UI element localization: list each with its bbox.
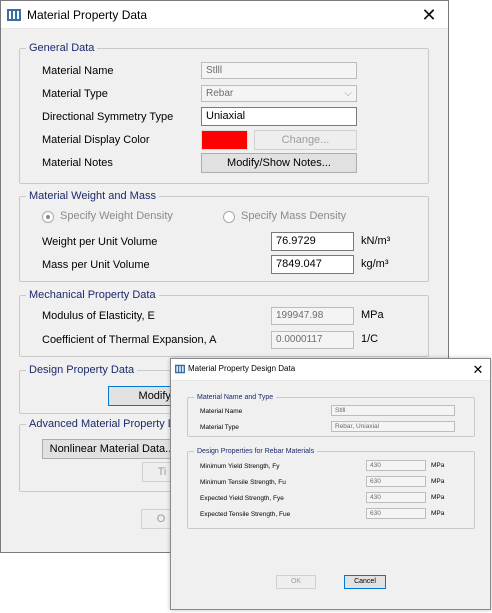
modulus-unit: MPa bbox=[361, 309, 384, 321]
row-label: Expected Yield Strength, Fye bbox=[200, 495, 284, 502]
design-ok-button[interactable]: OK bbox=[276, 575, 316, 589]
dialog-title: Material Property Data bbox=[27, 8, 148, 22]
row-label: Minimum Yield Strength, Fy bbox=[200, 463, 280, 470]
display-color-swatch[interactable] bbox=[201, 130, 248, 150]
design-title-bar: Material Property Design Data ✕ bbox=[171, 359, 490, 381]
material-name-label: Material Name bbox=[42, 65, 114, 77]
symmetry-type-field[interactable]: Uniaxial bbox=[201, 107, 357, 126]
mechanical-property-group: Mechanical Property Data Modulus of Elas… bbox=[19, 289, 429, 357]
weight-mass-group: Material Weight and Mass Specify Weight … bbox=[19, 190, 429, 282]
specify-mass-label: Specify Mass Density bbox=[241, 210, 347, 222]
design-property-title: Design Property Data bbox=[26, 364, 138, 377]
name-type-group: Material Name and Type Material Name Stl… bbox=[187, 393, 475, 437]
mass-per-volume-label: Mass per Unit Volume bbox=[42, 259, 150, 271]
general-data-title: General Data bbox=[26, 42, 98, 55]
min-tensile-field[interactable]: 630 bbox=[366, 476, 426, 487]
thermal-unit: 1/C bbox=[361, 333, 379, 345]
weight-unit: kN/m³ bbox=[361, 235, 391, 247]
advanced-property-title: Advanced Material Property Data bbox=[26, 418, 195, 431]
mass-per-volume-field[interactable]: 7849.047 bbox=[271, 255, 354, 274]
exp-yield-field[interactable]: 430 bbox=[366, 492, 426, 503]
nonlinear-data-button[interactable]: Nonlinear Material Data... bbox=[42, 439, 182, 459]
design-material-name-label: Material Name bbox=[200, 408, 243, 415]
title-bar: Material Property Data ✕ bbox=[1, 1, 448, 29]
min-yield-field[interactable]: 430 bbox=[366, 460, 426, 471]
weight-mass-title: Material Weight and Mass bbox=[26, 190, 159, 203]
row-unit: MPa bbox=[431, 462, 445, 469]
symmetry-type-label: Directional Symmetry Type bbox=[42, 111, 174, 123]
specify-mass-radio[interactable]: Specify Mass Density bbox=[223, 210, 383, 224]
radio-button bbox=[42, 211, 54, 223]
change-color-button[interactable]: Change... bbox=[254, 130, 357, 150]
specify-weight-label: Specify Weight Density bbox=[60, 210, 173, 222]
row-label: Minimum Tensile Strength, Fu bbox=[200, 479, 286, 486]
material-type-label: Material Type bbox=[42, 88, 108, 100]
modulus-field[interactable]: 199947.98 bbox=[271, 307, 354, 325]
material-name-field[interactable]: Stlll bbox=[201, 62, 357, 79]
chevron-down-icon: ⌵ bbox=[344, 88, 352, 99]
app-icon bbox=[175, 364, 185, 374]
mechanical-property-title: Mechanical Property Data bbox=[26, 289, 159, 302]
row-unit: MPa bbox=[431, 478, 445, 485]
material-notes-label: Material Notes bbox=[42, 157, 113, 169]
row-unit: MPa bbox=[431, 510, 445, 517]
exp-tensile-field[interactable]: 630 bbox=[366, 508, 426, 519]
general-data-group: General Data Material Name Stlll Materia… bbox=[19, 42, 429, 184]
thermal-expansion-label: Coefficient of Thermal Expansion, A bbox=[42, 334, 217, 346]
mass-unit: kg/m³ bbox=[361, 258, 389, 270]
close-icon[interactable]: ✕ bbox=[470, 360, 486, 380]
design-material-type-label: Material Type bbox=[200, 424, 239, 431]
display-color-label: Material Display Color bbox=[42, 134, 150, 146]
rebar-design-title: Design Properties for Rebar Materials bbox=[194, 447, 318, 456]
row-unit: MPa bbox=[431, 494, 445, 501]
app-icon bbox=[7, 9, 21, 21]
design-material-name-field[interactable]: Stlll bbox=[331, 405, 455, 416]
design-cancel-button[interactable]: Cancel bbox=[344, 575, 386, 589]
rebar-design-group: Design Properties for Rebar Materials Mi… bbox=[187, 447, 475, 529]
design-dialog-title: Material Property Design Data bbox=[188, 364, 296, 373]
design-material-type-field[interactable]: Rebar, Uniaxial bbox=[331, 421, 455, 432]
row-label: Expected Tensile Strength, Fue bbox=[200, 511, 291, 518]
weight-per-volume-field[interactable]: 76.9729 bbox=[271, 232, 354, 251]
specify-weight-radio[interactable]: Specify Weight Density bbox=[42, 210, 212, 224]
modify-notes-button[interactable]: Modify/Show Notes... bbox=[201, 153, 357, 173]
thermal-expansion-field[interactable]: 0.0000117 bbox=[271, 331, 354, 349]
modulus-label: Modulus of Elasticity, E bbox=[42, 310, 155, 322]
material-type-select[interactable]: Rebar ⌵ bbox=[201, 85, 357, 102]
name-type-title: Material Name and Type bbox=[194, 393, 277, 402]
radio-selected-dot bbox=[46, 215, 50, 219]
radio-button bbox=[223, 211, 235, 223]
weight-per-volume-label: Weight per Unit Volume bbox=[42, 236, 158, 248]
material-type-value: Rebar bbox=[206, 88, 234, 99]
design-data-dialog: Material Property Design Data ✕ Material… bbox=[170, 358, 491, 610]
close-icon[interactable]: ✕ bbox=[416, 3, 442, 27]
